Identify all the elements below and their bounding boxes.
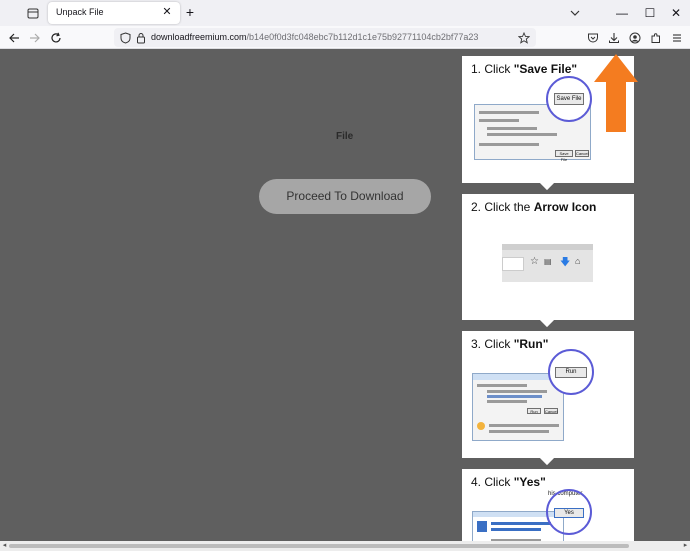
save-file-illustration-button: Save File xyxy=(554,93,584,105)
page-content: File Proceed To Download 1. Click "Save … xyxy=(0,49,690,551)
toolbar-illustration: ☆ ▤ 🡇 ⌂ xyxy=(502,244,593,282)
proceed-to-download-button[interactable]: Proceed To Download xyxy=(259,179,431,214)
illustration-star-icon: ☆ xyxy=(530,256,539,267)
orange-up-arrow-icon xyxy=(594,54,638,132)
downloads-icon[interactable] xyxy=(605,29,623,47)
pocket-icon[interactable] xyxy=(584,29,602,47)
forward-arrow-icon[interactable] xyxy=(26,29,44,47)
illustration-clipboard-icon: ▤ xyxy=(544,257,552,266)
zoom-circle: Save File xyxy=(546,76,592,122)
url-path: /b14e0f0d3fc048ebc7b112d1c1e75b92771104c… xyxy=(246,32,479,42)
new-tab-button[interactable]: + xyxy=(181,4,199,22)
tab-title: Unpack File xyxy=(56,7,104,17)
reload-icon[interactable] xyxy=(47,29,65,47)
url-text: downloadfreemium.com/b14e0f0d3fc048ebc7b… xyxy=(151,32,478,42)
url-bar[interactable]: downloadfreemium.com/b14e0f0d3fc048ebc7b… xyxy=(114,28,536,47)
zoom-circle: Run xyxy=(548,349,594,395)
navigation-bar: downloadfreemium.com/b14e0f0d3fc048ebc7b… xyxy=(0,26,690,49)
illustration-download-arrow-icon: 🡇 xyxy=(560,257,571,268)
url-host: downloadfreemium.com xyxy=(151,32,247,42)
account-icon[interactable] xyxy=(626,29,644,47)
lock-icon[interactable] xyxy=(134,31,147,44)
list-all-tabs-icon[interactable] xyxy=(566,4,584,22)
extensions-icon[interactable] xyxy=(647,29,665,47)
menu-hamburger-icon[interactable] xyxy=(668,29,686,47)
step-4-title: 4. Click "Yes" xyxy=(471,475,546,489)
back-arrow-icon[interactable] xyxy=(5,29,23,47)
scrollbar-thumb[interactable] xyxy=(9,544,629,548)
tab-strip: Unpack File ✕ + — ☐ ✕ xyxy=(0,0,690,26)
illustration-home-icon: ⌂ xyxy=(575,256,581,266)
browser-tab[interactable]: Unpack File ✕ xyxy=(48,2,180,24)
step-card-3: 3. Click "Run" Run Cancel Run xyxy=(462,331,634,466)
yes-illustration-button: Yes xyxy=(554,508,584,518)
tracking-protection-shield-icon[interactable] xyxy=(119,31,132,44)
run-illustration-button: Run xyxy=(555,367,587,378)
horizontal-scrollbar[interactable]: ◂ ▸ xyxy=(0,541,690,551)
step-2-title: 2. Click the Arrow Icon xyxy=(471,200,597,214)
minimize-button[interactable]: — xyxy=(612,3,632,23)
tab-list-icon[interactable] xyxy=(24,5,42,21)
step-card-4: 4. Click "Yes" his computer Yes xyxy=(462,469,634,551)
maximize-button[interactable]: ☐ xyxy=(640,3,660,23)
scroll-left-icon[interactable]: ◂ xyxy=(0,541,9,551)
step-card-2: 2. Click the Arrow Icon ☆ ▤ 🡇 ⌂ xyxy=(462,194,634,328)
step-3-title: 3. Click "Run" xyxy=(471,337,549,351)
step-1-title: 1. Click "Save File" xyxy=(471,62,578,76)
close-window-button[interactable]: ✕ xyxy=(666,3,686,23)
bookmark-star-icon[interactable] xyxy=(517,31,530,44)
scroll-right-icon[interactable]: ▸ xyxy=(681,541,690,551)
file-label: File xyxy=(336,131,354,142)
zoom-circle: Yes xyxy=(546,489,592,535)
tab-close-icon[interactable]: ✕ xyxy=(160,6,174,20)
